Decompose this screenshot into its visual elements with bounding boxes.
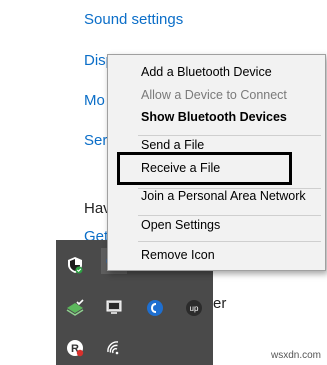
display-icon[interactable] — [103, 297, 125, 319]
wifi-icon[interactable] — [103, 337, 125, 359]
receive-file-highlight-box — [117, 152, 292, 185]
sound-settings-link[interactable]: Sound settings — [84, 11, 183, 28]
menu-item-add-bluetooth-device[interactable]: Add a Bluetooth Device — [108, 60, 325, 84]
defender-check-icon[interactable] — [64, 297, 86, 319]
menu-item-show-bluetooth-devices[interactable]: Show Bluetooth Devices — [108, 105, 325, 129]
background-partial-text: er — [213, 295, 227, 312]
upwork-icon[interactable]: up — [183, 297, 205, 319]
blue-circle-app-icon[interactable] — [144, 297, 166, 319]
services-link[interactable]: Ser — [84, 132, 107, 149]
menu-item-allow-device-to-connect: Allow a Device to Connect — [141, 88, 287, 102]
bluetooth-context-menu: Add a Bluetooth Device Allow a Device to… — [107, 54, 326, 271]
menu-item-join-personal-area-network[interactable]: Join a Personal Area Network — [108, 184, 325, 208]
svg-text:up: up — [190, 304, 199, 313]
r-app-icon[interactable]: R — [64, 337, 86, 359]
menu-item-remove-icon[interactable]: Remove Icon — [108, 243, 325, 267]
menu-item-open-settings[interactable]: Open Settings — [108, 213, 325, 237]
menu-separator — [138, 241, 321, 242]
watermark: wsxdn.com — [270, 350, 321, 361]
more-settings-link[interactable]: Mo — [84, 92, 105, 109]
windows-defender-icon[interactable] — [64, 254, 86, 276]
